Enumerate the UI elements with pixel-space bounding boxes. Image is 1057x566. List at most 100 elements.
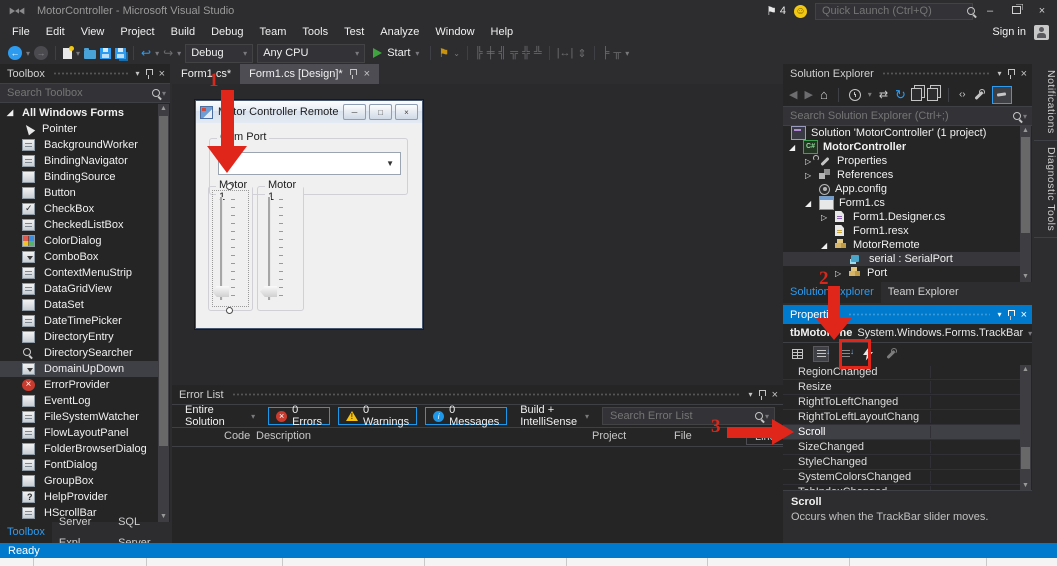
redo-dropdown-icon[interactable]: ▾: [177, 49, 181, 58]
sync-with-active-document-icon[interactable]: ⇄: [879, 88, 888, 101]
tab-toolbox[interactable]: Toolbox: [0, 522, 52, 543]
solution-explorer-search-input[interactable]: [788, 109, 1012, 123]
toolbox-item-folderbrowserdialog[interactable]: FolderBrowserDialog: [0, 441, 158, 457]
error-list-search-input[interactable]: [607, 409, 754, 423]
toolbox-item-datagridview[interactable]: DataGridView: [0, 281, 158, 297]
menu-debug[interactable]: Debug: [203, 23, 251, 41]
column-code[interactable]: Code: [224, 430, 250, 442]
toolbox-search-input[interactable]: [5, 86, 151, 100]
errors-filter-button[interactable]: × 0 Errors: [268, 404, 331, 428]
properties-icon[interactable]: [973, 88, 985, 101]
tree-item-motorcontroller-project[interactable]: ◢ C# MotorController: [783, 140, 1020, 154]
motor-left-groupbox[interactable]: Motor 1: [208, 179, 253, 314]
toolbox-item-filesystemwatcher[interactable]: FileSystemWatcher: [0, 409, 158, 425]
column-description[interactable]: Description: [256, 430, 311, 442]
menu-team[interactable]: Team: [252, 23, 295, 41]
tree-item-form1-cs[interactable]: ◢ Form1.cs: [783, 196, 1020, 210]
toolbox-item-flowlayoutpanel[interactable]: FlowLayoutPanel: [0, 425, 158, 441]
new-project-icon[interactable]: [63, 45, 75, 59]
selection-handle-top[interactable]: [226, 183, 233, 190]
pending-changes-icon[interactable]: [848, 88, 861, 101]
window-position-icon[interactable]: ▾: [998, 69, 1002, 78]
restore-button[interactable]: [1007, 5, 1025, 17]
search-options-icon[interactable]: ▾: [765, 412, 769, 421]
toolbox-item-eventlog[interactable]: EventLog: [0, 393, 158, 409]
scroll-up-icon[interactable]: ▲: [1020, 126, 1031, 136]
refresh-icon[interactable]: ↻: [895, 87, 906, 103]
event-row-regionchanged[interactable]: RegionChanged: [783, 365, 1020, 380]
tree-item-form1-resx[interactable]: Form1.resx: [783, 224, 1020, 238]
categorized-icon[interactable]: [790, 347, 804, 361]
events-scrollbar[interactable]: ▲ ▼: [1020, 365, 1031, 491]
tree-item-references[interactable]: ▷ References: [783, 168, 1020, 182]
toolbox-item-fontdialog[interactable]: FontDialog: [0, 457, 158, 473]
event-row-scroll[interactable]: Scroll: [783, 425, 1020, 440]
tree-item-serial-serialport[interactable]: serial : SerialPort: [783, 252, 1020, 266]
alphabetical-icon[interactable]: [813, 346, 829, 362]
scroll-up-icon[interactable]: ▲: [158, 104, 169, 114]
toolbar-overflow-icon[interactable]: ⌄: [453, 49, 460, 58]
platform-dropdown[interactable]: Any CPU ▾: [257, 43, 366, 63]
close-icon[interactable]: ×: [1021, 309, 1027, 321]
error-list-header[interactable]: Error List ▾ ×: [172, 385, 783, 404]
pending-changes-dropdown-icon[interactable]: ▾: [868, 90, 872, 99]
tab-diagnostic-tools[interactable]: Diagnostic Tools: [1034, 141, 1057, 238]
menu-file[interactable]: File: [4, 23, 38, 41]
view-code-icon[interactable]: ‹›: [959, 89, 966, 100]
menu-tools[interactable]: Tools: [294, 23, 336, 41]
pin-icon[interactable]: [349, 69, 357, 79]
close-icon[interactable]: ×: [159, 68, 165, 80]
event-row-righttoleftchanged[interactable]: RightToLeftChanged: [783, 395, 1020, 410]
toolbox-item-checkedlistbox[interactable]: CheckedListBox: [0, 217, 158, 233]
form-designer-surface[interactable]: Motor Controller Remote ─ □ × Com Port ▼…: [172, 84, 783, 385]
back-dropdown-icon[interactable]: ▾: [26, 49, 30, 58]
toolbox-item-errorprovider[interactable]: ErrorProvider: [0, 377, 158, 393]
collapse-all-icon[interactable]: [910, 88, 922, 101]
toolbox-item-contextmenustrip[interactable]: ContextMenuStrip: [0, 265, 158, 281]
home-icon[interactable]: ⌂: [820, 87, 828, 102]
tree-item-app-config[interactable]: App.config: [783, 182, 1020, 196]
column-project[interactable]: Project: [592, 430, 626, 442]
tree-item-form1-designer-cs[interactable]: ▷ Form1.Designer.cs: [783, 210, 1020, 224]
toolbox-item-checkbox[interactable]: CheckBox: [0, 201, 158, 217]
event-row-stylechanged[interactable]: StyleChanged: [783, 455, 1020, 470]
toolbox-item-dataset[interactable]: DataSet: [0, 297, 158, 313]
event-row-sizechanged[interactable]: SizeChanged: [783, 440, 1020, 455]
quick-launch-input[interactable]: [820, 4, 966, 18]
error-list-search-box[interactable]: ▾: [601, 407, 775, 425]
messages-filter-button[interactable]: i 0 Messages: [425, 404, 508, 428]
tab-form1-design[interactable]: Form1.cs [Design]* ×: [240, 64, 380, 84]
close-icon[interactable]: ×: [364, 64, 370, 84]
event-row-righttoleftlayoutchanged[interactable]: RightToLeftLayoutChang: [783, 410, 1020, 425]
property-pages-icon[interactable]: [884, 347, 898, 361]
tab-team-explorer[interactable]: Team Explorer: [881, 282, 966, 303]
sign-in-link[interactable]: Sign in: [992, 26, 1026, 38]
new-dropdown-icon[interactable]: ▾: [76, 49, 80, 58]
scrollbar-thumb[interactable]: [1021, 447, 1030, 469]
toolbox-item-button[interactable]: Button: [0, 185, 158, 201]
window-position-icon[interactable]: ▾: [136, 69, 140, 78]
toolbox-search-box[interactable]: ▾: [0, 83, 170, 103]
redo-icon[interactable]: ↪: [163, 47, 173, 59]
build-intellisense-dropdown[interactable]: Build + IntelliSense ▾: [515, 404, 594, 428]
tab-notifications[interactable]: Notifications: [1034, 64, 1057, 141]
window-position-icon[interactable]: ▾: [998, 310, 1002, 319]
menu-analyze[interactable]: Analyze: [372, 23, 427, 41]
scope-dropdown[interactable]: Entire Solution ▾: [180, 404, 260, 428]
event-row-resize[interactable]: Resize: [783, 380, 1020, 395]
user-avatar-icon[interactable]: [1034, 24, 1049, 40]
undo-icon[interactable]: ↩: [141, 47, 151, 59]
toolbox-scrollbar[interactable]: ▲ ▼: [158, 104, 169, 522]
open-file-icon[interactable]: [84, 47, 97, 59]
toolbox-item-combobox[interactable]: ComboBox: [0, 249, 158, 265]
toolbox-item-colordialog[interactable]: ColorDialog: [0, 233, 158, 249]
toolbox-item-helpprovider[interactable]: HelpProvider: [0, 489, 158, 505]
menu-project[interactable]: Project: [112, 23, 162, 41]
toolbox-group-all-windows-forms[interactable]: ◢ All Windows Forms: [0, 104, 158, 121]
menu-view[interactable]: View: [73, 23, 113, 41]
pin-icon[interactable]: [758, 389, 766, 400]
menu-help[interactable]: Help: [483, 23, 522, 41]
save-icon[interactable]: [100, 47, 112, 59]
menu-test[interactable]: Test: [336, 23, 372, 41]
scrollbar-thumb[interactable]: [1021, 137, 1030, 233]
